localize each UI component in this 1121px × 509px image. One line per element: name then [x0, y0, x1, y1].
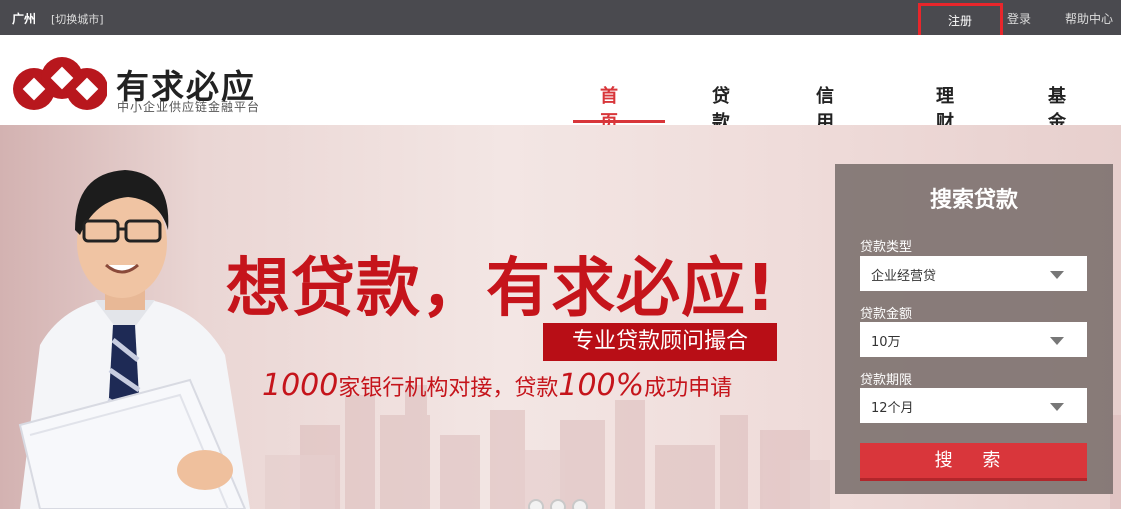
loan-amount-select[interactable]: 10万	[860, 322, 1087, 357]
loan-type-value: 企业经营贷	[871, 269, 937, 284]
loan-term-label: 贷款期限	[860, 373, 913, 388]
site-header: 有求必应 中小企业供应链金融平台 首页 贷款 信用卡 理财 基金	[0, 35, 1121, 159]
loan-amount-label: 贷款金额	[860, 307, 913, 322]
chevron-down-icon	[1050, 337, 1064, 345]
loan-type-select[interactable]: 企业经营贷	[860, 256, 1087, 291]
carousel-dot[interactable]	[528, 499, 544, 509]
tagline-end-text: 成功申请	[644, 376, 733, 401]
loan-term-select[interactable]: 12个月	[860, 388, 1087, 423]
banner-headline: 想贷款，有求必应!	[226, 252, 777, 326]
loan-term-value: 12个月	[871, 401, 914, 416]
top-bar: 广州 [切换城市] 注册 登录 帮助中心	[0, 0, 1121, 39]
tagline-middle-text: 家银行机构对接，贷款	[338, 376, 559, 401]
banner-tagline: 1000家银行机构对接，贷款100%成功申请	[262, 368, 732, 403]
register-link[interactable]: 注册	[918, 3, 1003, 39]
tagline-success-rate: 100%	[558, 368, 645, 403]
carousel-dot[interactable]	[572, 499, 588, 509]
banner-badge: 专业贷款顾问撮合	[543, 323, 777, 361]
help-center-link[interactable]: 帮助中心	[1065, 10, 1113, 27]
current-city: 广州	[12, 12, 37, 26]
switch-city-link[interactable]: [切换城市]	[51, 11, 104, 27]
loan-amount-value: 10万	[871, 335, 901, 350]
carousel-dot[interactable]	[550, 499, 566, 509]
chevron-down-icon	[1050, 403, 1064, 411]
search-panel-title: 搜索贷款	[929, 188, 1018, 213]
search-button[interactable]: 搜 索	[860, 443, 1087, 481]
register-label[interactable]: 注册	[948, 12, 972, 29]
loan-type-label: 贷款类型	[860, 240, 913, 255]
nav-active-indicator	[573, 120, 665, 123]
loan-search-panel: 搜索贷款 贷款类型 企业经营贷 贷款金额 10万 贷款期限 12个月 搜 索	[835, 164, 1113, 494]
brand-subtitle: 中小企业供应链金融平台	[117, 100, 261, 114]
login-link[interactable]: 登录	[1007, 10, 1031, 27]
tagline-bank-count: 1000	[262, 368, 339, 403]
businessman-illustration	[18, 170, 250, 509]
logo-icon[interactable]	[12, 57, 107, 115]
chevron-down-icon	[1050, 271, 1064, 279]
